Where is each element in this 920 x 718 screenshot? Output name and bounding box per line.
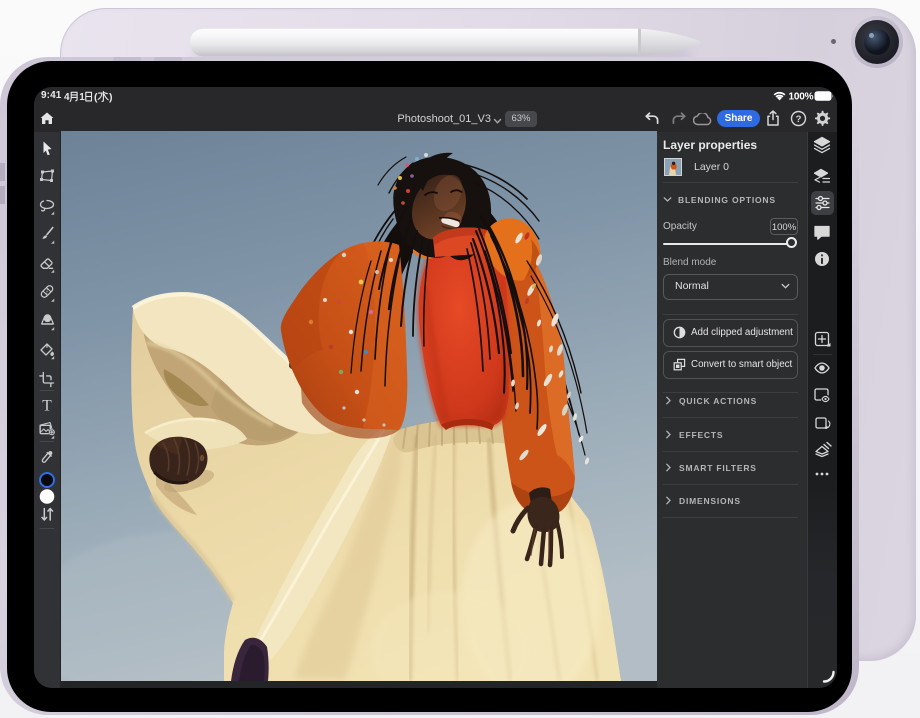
svg-text:4: 4 <box>64 92 70 103</box>
svg-text:T: T <box>42 398 52 415</box>
svg-text:): ) <box>109 91 113 103</box>
svg-text:?: ? <box>796 114 802 125</box>
svg-text:1: 1 <box>79 92 85 103</box>
svg-text:100%: 100% <box>789 92 814 103</box>
svg-text:(: ( <box>94 91 98 103</box>
